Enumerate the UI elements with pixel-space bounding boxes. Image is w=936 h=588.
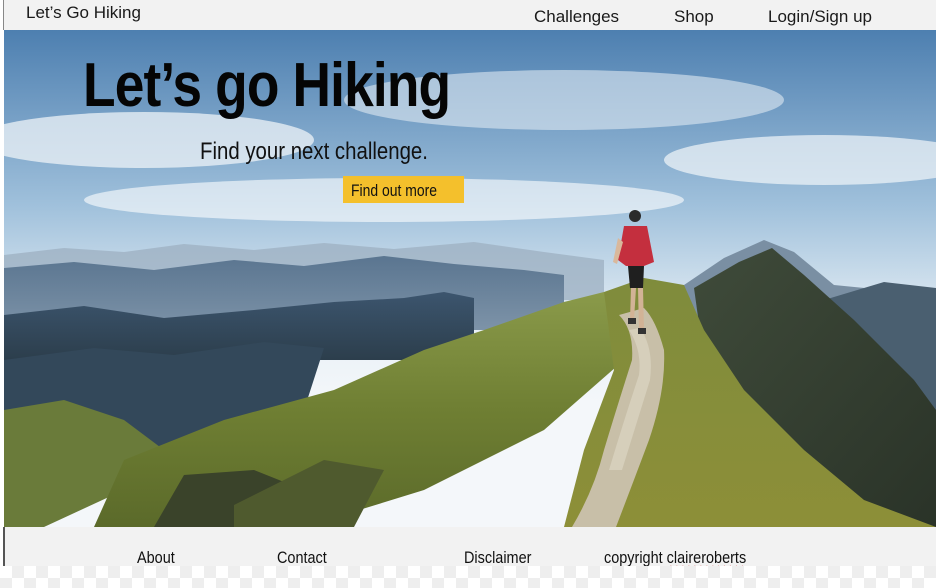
footer: About Contact Disclaimer copyright clair… xyxy=(3,527,936,568)
nav-link-shop[interactable]: Shop xyxy=(674,7,714,27)
transparency-checker-strip xyxy=(0,566,936,588)
footer-copyright: copyright claireroberts xyxy=(604,548,746,568)
footer-link-about[interactable]: About xyxy=(137,548,175,568)
footer-link-disclaimer[interactable]: Disclaimer xyxy=(464,548,531,568)
hero-section: Let’s go Hiking Find your next challenge… xyxy=(4,30,936,527)
hero-title: Let’s go Hiking xyxy=(83,51,451,120)
find-out-more-button[interactable]: Find out more xyxy=(343,176,464,203)
nav-link-challenges[interactable]: Challenges xyxy=(534,7,619,27)
page: Let’s Go Hiking Challenges Shop Login/Si… xyxy=(0,0,936,588)
copyright-prefix: copyright xyxy=(604,548,663,567)
hero-subtitle: Find your next challenge. xyxy=(200,138,428,165)
find-out-more-label: Find out more xyxy=(351,181,438,200)
site-brand[interactable]: Let’s Go Hiking xyxy=(26,3,141,23)
copyright-name: claireroberts xyxy=(666,548,747,567)
nav-link-login-signup[interactable]: Login/Sign up xyxy=(768,7,872,27)
footer-link-contact[interactable]: Contact xyxy=(277,548,327,568)
top-navigation: Let’s Go Hiking Challenges Shop Login/Si… xyxy=(3,0,936,30)
